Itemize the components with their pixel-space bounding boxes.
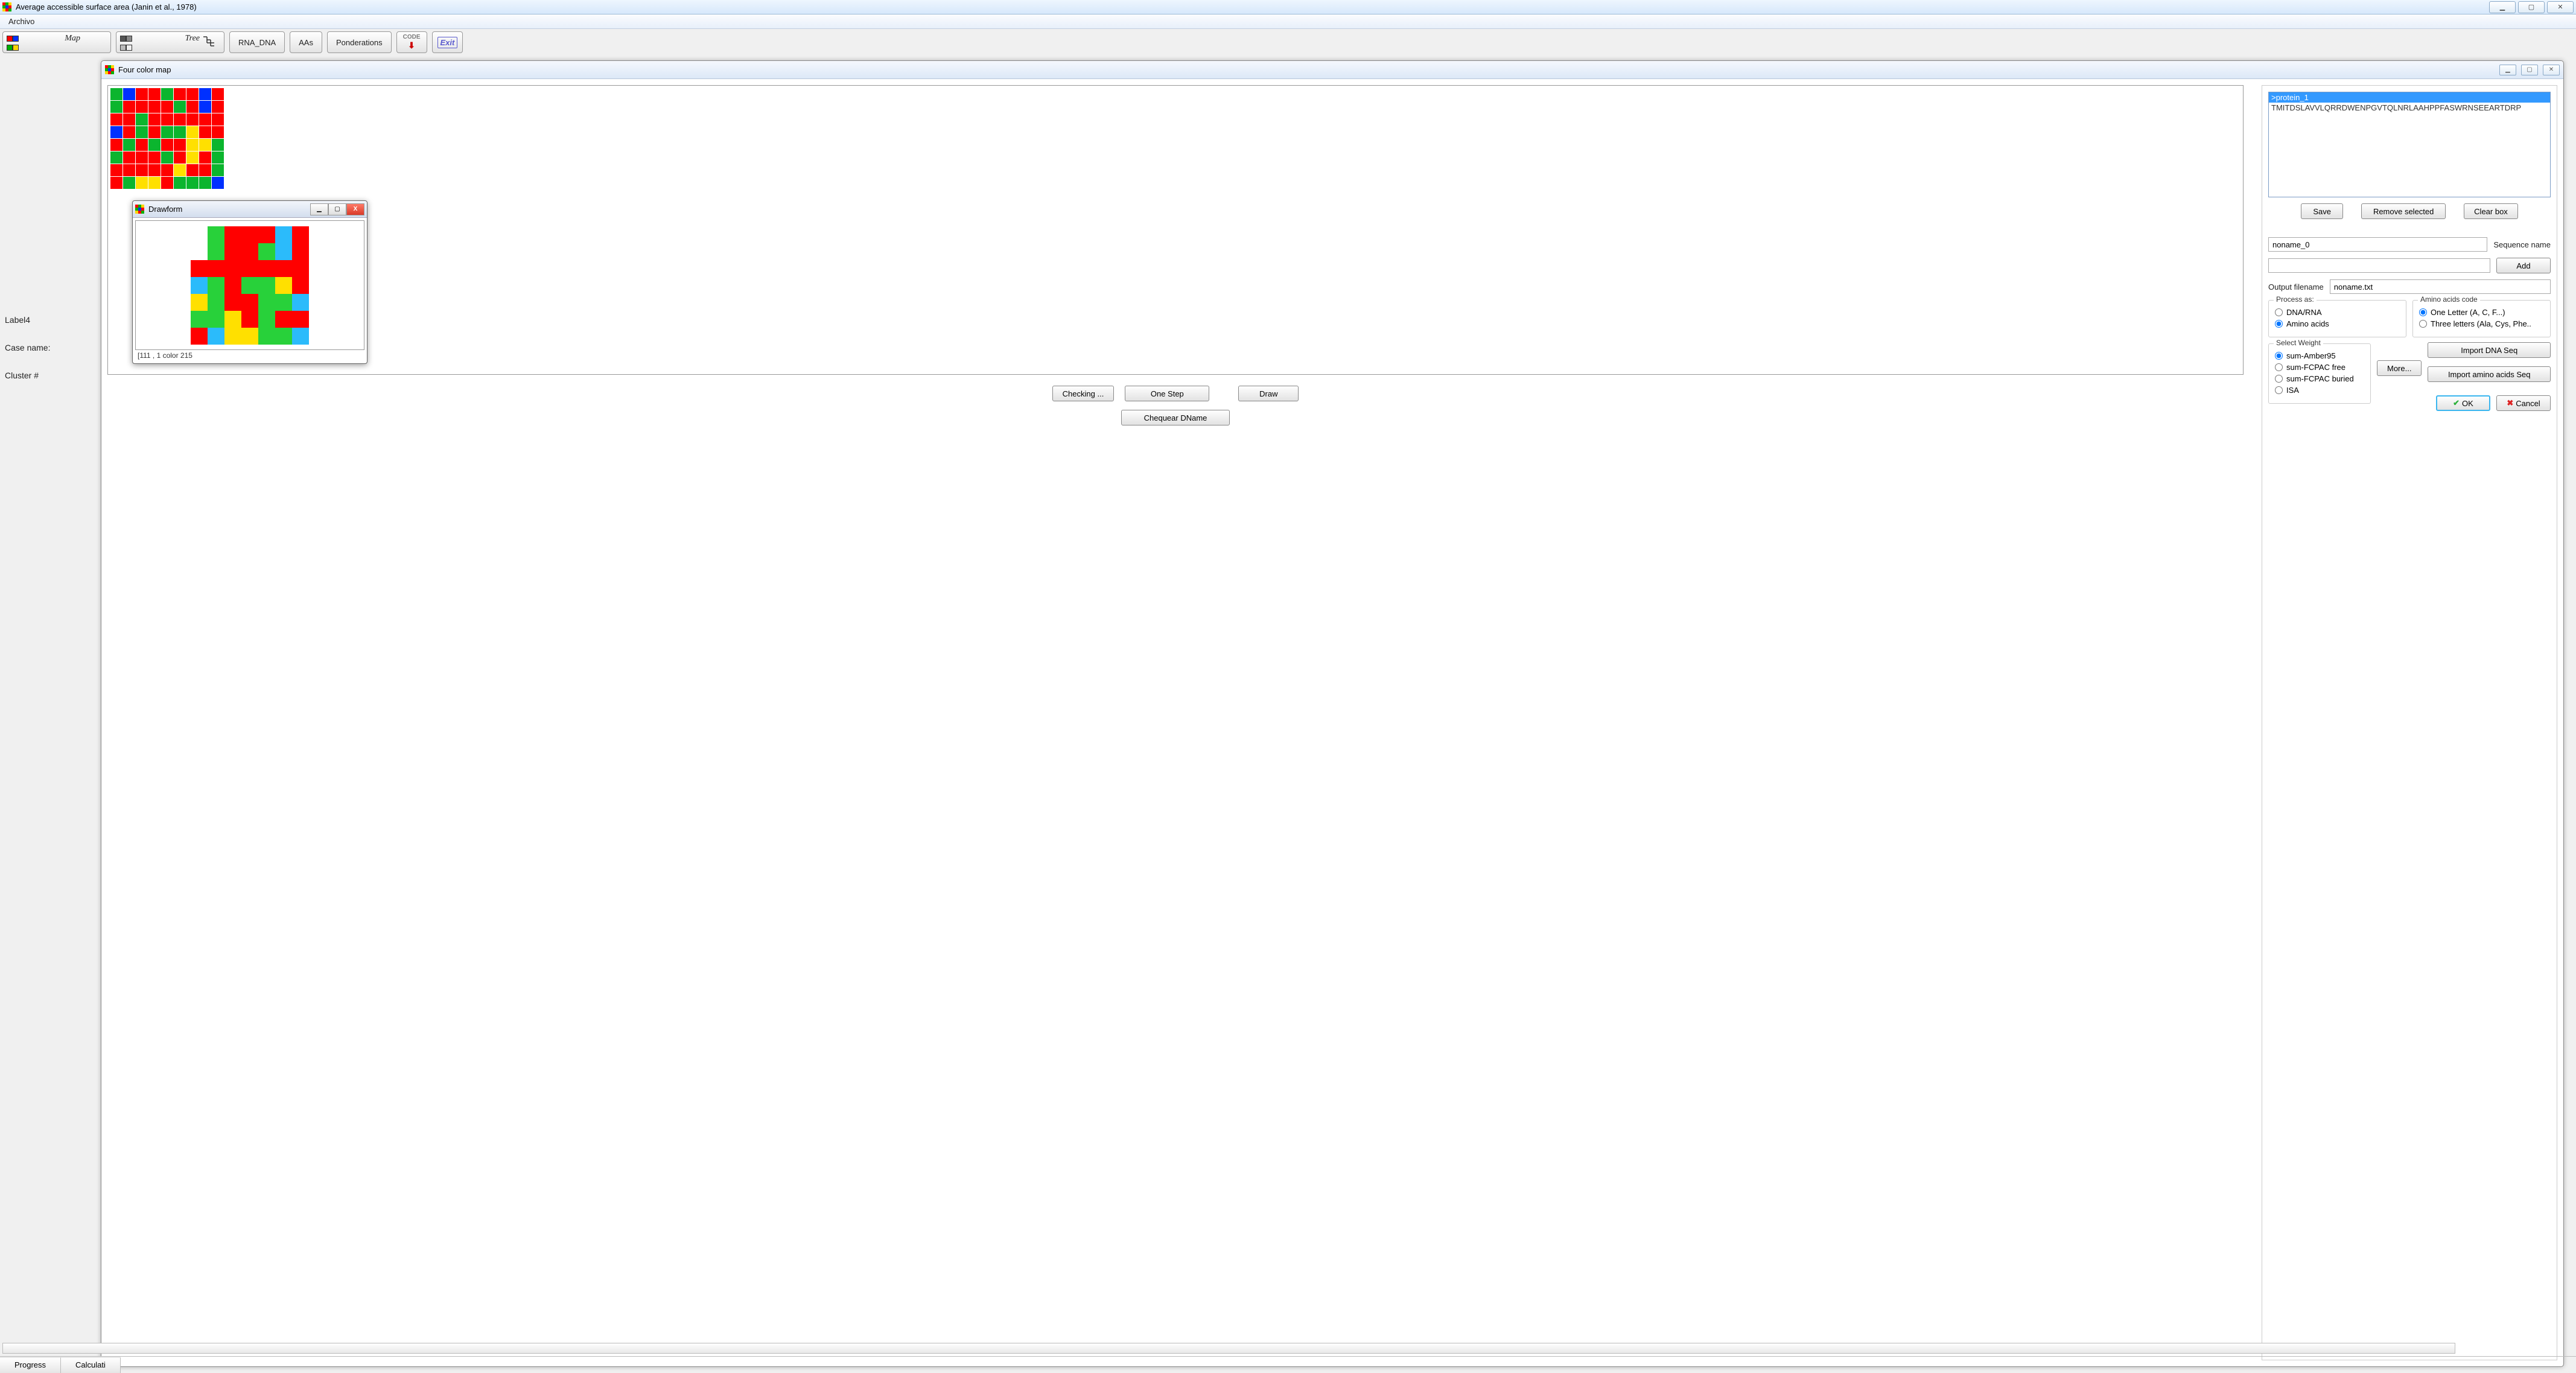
clear-box-button[interactable]: Clear box [2464,203,2518,219]
output-filename-label: Output filename [2268,282,2324,291]
drawform-close-button[interactable]: X [346,203,364,215]
process-as-title: Process as: [2274,295,2317,304]
check-icon: ✔ [2453,398,2460,408]
aas-button[interactable]: AAs [290,31,322,53]
menubar: Archivo [0,14,2576,29]
more-button[interactable]: More... [2377,360,2422,376]
map-toolbar-button[interactable]: Map [2,31,111,53]
import-dna-button[interactable]: Import DNA Seq [2428,342,2551,358]
process-as-aminoacids[interactable]: Amino acids [2275,319,2400,328]
cluster-label: Cluster # [5,371,50,380]
exit-button[interactable]: Exit [432,31,463,53]
sequence-panel: >protein_1 TMITDSLAVVLQRRDWENPGVTQLNRLAA… [2262,85,2557,1360]
ok-button[interactable]: ✔ OK [2436,395,2490,411]
inner-window-icon [105,65,115,75]
progress-bar [2,1343,2455,1354]
sequence-name-label: Sequence name [2493,240,2551,249]
sequence-name-input[interactable] [2268,237,2487,252]
process-as-dnarna[interactable]: DNA/RNA [2275,308,2400,317]
four-color-map-window: Four color map ▁ ▢ ✕ [101,60,2564,1367]
inner-minimize-button[interactable]: ▁ [2499,65,2516,75]
minimize-button[interactable]: ▁ [2489,1,2516,13]
import-aa-button[interactable]: Import amino acids Seq [2428,366,2551,382]
cancel-icon: ✖ [2507,398,2513,408]
weight-fcpac-buried[interactable]: sum-FCPAC buried [2275,374,2364,383]
aa-code-three-letters[interactable]: Three letters (Ala, Cys, Phe.. [2419,319,2544,328]
inner-close-button[interactable]: ✕ [2543,65,2560,75]
add-sequence-input[interactable] [2268,258,2490,273]
checking-button[interactable]: Checking ... [1052,386,1115,401]
tree-label: Tree [185,34,200,43]
remove-selected-button[interactable]: Remove selected [2361,203,2446,219]
side-labels: Label4 Case name: Cluster # [5,315,50,380]
weight-isa[interactable]: ISA [2275,386,2364,395]
tab-calculation[interactable]: Calculati [61,1357,121,1373]
weight-fcpac-free[interactable]: sum-FCPAC free [2275,363,2364,372]
app-icon [2,2,12,12]
chequear-dname-button[interactable]: Chequear DName [1121,410,1230,425]
sequence-listbox[interactable]: >protein_1 TMITDSLAVVLQRRDWENPGVTQLNRLAA… [2268,92,2551,197]
inner-window-title: Four color map [118,65,171,74]
weight-amber[interactable]: sum-Amber95 [2275,351,2364,360]
exit-label: Exit [437,37,458,48]
drawform-maximize-button[interactable]: ▢ [328,203,346,215]
main-titlebar: Average accessible surface area (Janin e… [0,0,2576,14]
aa-code-one-letter[interactable]: One Letter (A, C, F...) [2419,308,2544,317]
case-name-label: Case name: [5,343,50,352]
rna-dna-button[interactable]: RNA_DNA [229,31,285,53]
download-icon: ⬇ [408,40,415,51]
map-label: Map [65,34,80,43]
drawform-icon [135,205,145,214]
tree-icon [202,36,220,50]
drawform-window: Drawform ▁ ▢ X [132,200,367,364]
tab-progress[interactable]: Progress [0,1357,61,1373]
drawform-minimize-button[interactable]: ▁ [310,203,328,215]
drawform-status: [111 , 1 color 215 [135,350,364,361]
menu-file[interactable]: Archivo [4,17,39,26]
tree-toolbar-button[interactable]: Tree [116,31,224,53]
one-step-button[interactable]: One Step [1125,386,1209,401]
aa-code-title: Amino acids code [2418,295,2480,304]
drawform-title: Drawform [148,205,182,214]
select-weight-title: Select Weight [2274,339,2323,347]
output-filename-input[interactable] [2330,279,2551,294]
code-label: CODE [403,34,421,40]
inner-maximize-button[interactable]: ▢ [2521,65,2538,75]
main-toolbar: Map Tree RNA_DNA AAs Ponderations CODE ⬇… [0,29,2576,56]
save-button[interactable]: Save [2301,203,2343,219]
add-button[interactable]: Add [2496,258,2551,273]
color-map-frame: Drawform ▁ ▢ X [107,85,2244,375]
drawform-canvas [135,220,364,350]
color-grid [110,88,2240,189]
code-button[interactable]: CODE ⬇ [396,31,427,53]
cancel-button[interactable]: ✖ Cancel [2496,395,2551,411]
draw-button[interactable]: Draw [1238,386,1299,401]
window-title: Average accessible surface area (Janin e… [16,2,197,11]
sequence-list-body[interactable]: TMITDSLAVVLQRRDWENPGVTQLNRLAAHPPFASWRNSE… [2269,103,2550,113]
label4: Label4 [5,315,50,325]
ponderations-button[interactable]: Ponderations [327,31,392,53]
sequence-list-header[interactable]: >protein_1 [2269,92,2550,103]
bottom-tabs: Progress Calculati [0,1356,2576,1373]
maximize-button[interactable]: ▢ [2518,1,2545,13]
close-button[interactable]: ✕ [2547,1,2574,13]
